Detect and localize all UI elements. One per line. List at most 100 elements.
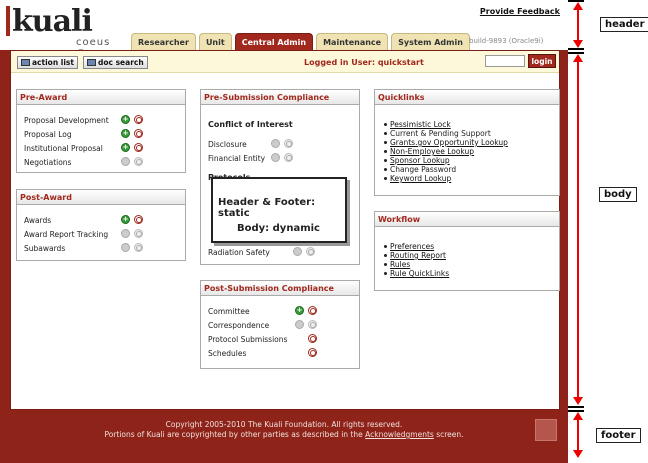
provide-feedback-link[interactable]: Provide Feedback (480, 7, 560, 16)
awards-link[interactable]: Awards (24, 216, 51, 225)
action-list-button[interactable]: action list (17, 56, 78, 69)
proposal-development-link[interactable]: Proposal Development (24, 116, 109, 125)
add-icon[interactable]: + (121, 215, 130, 224)
protocol-submissions-link[interactable]: Protocol Submissions (208, 335, 287, 344)
action-toolbar: action list doc search Logged in User: q… (11, 51, 559, 73)
search-icon[interactable] (134, 115, 143, 124)
add-icon[interactable]: + (121, 129, 130, 138)
quicklink-item[interactable]: Current & Pending Support (380, 129, 491, 138)
logo-k: k (12, 4, 33, 39)
arrow-down-icon (573, 450, 583, 458)
search-icon[interactable] (134, 215, 143, 224)
arrow-down-icon (573, 397, 583, 405)
bullet (384, 150, 387, 153)
pessimistic-lock-link[interactable]: Pessimistic Lock (390, 120, 451, 129)
negotiations-link[interactable]: Negotiations (24, 158, 71, 167)
kuali-app-window: kuali coeus ® Provide Feedback Researche… (0, 0, 568, 463)
app-footer: Copyright 2005-2010 The Kuali Foundation… (0, 420, 568, 440)
quicklink-item[interactable]: Grants.gov Opportunity Lookup (380, 138, 508, 147)
add-icon-disabled (295, 320, 304, 329)
sponsor-lookup-link[interactable]: Sponsor Lookup (390, 156, 450, 165)
tab-system-admin[interactable]: System Admin (391, 33, 470, 50)
correspondence-link[interactable]: Correspondence (208, 321, 269, 330)
backdoor-login-input[interactable] (485, 55, 525, 67)
logo-wordmark: kuali (12, 4, 93, 39)
radiation-safety-link[interactable]: Radiation Safety (208, 248, 270, 257)
doc-search-icon (87, 59, 96, 66)
kuali-footer-logo (535, 419, 557, 441)
logo-rest: uali (31, 4, 93, 39)
app-header: kuali coeus ® Provide Feedback Researche… (0, 0, 568, 59)
committee-link[interactable]: Committee (208, 307, 250, 316)
doc-search-button[interactable]: doc search (83, 56, 148, 69)
portions-text: Portions of Kuali are copyrighted by oth… (104, 430, 363, 439)
workflow-item[interactable]: Rule QuickLinks (380, 269, 449, 278)
search-icon[interactable] (134, 143, 143, 152)
workflow-item[interactable]: Routing Report (380, 251, 446, 260)
workflow-title: Workflow (375, 212, 559, 227)
non-employee-lookup-link[interactable]: Non-Employee Lookup (390, 147, 474, 156)
quicklink-item[interactable]: Change Password (380, 165, 456, 174)
add-icon[interactable]: + (121, 115, 130, 124)
pre-award-panel: Pre-Award Proposal Development + Proposa… (16, 89, 186, 173)
annotation-callout: Header & Footer: static Body: dynamic (211, 177, 347, 243)
search-icon[interactable] (308, 334, 317, 343)
callout-line-1: Header & Footer: static (218, 197, 316, 219)
copyright-line: Copyright 2005-2010 The Kuali Foundation… (165, 420, 403, 429)
quicklink-item[interactable]: Sponsor Lookup (380, 156, 450, 165)
quicklink-item[interactable]: Non-Employee Lookup (380, 147, 474, 156)
search-icon[interactable] (308, 306, 317, 315)
tab-unit[interactable]: Unit (198, 33, 232, 50)
tab-maintenance[interactable]: Maintenance (316, 33, 389, 50)
post-award-title: Post-Award (17, 190, 185, 205)
workflow-item[interactable]: Preferences (380, 242, 434, 251)
tab-central-admin[interactable]: Central Admin (234, 33, 314, 50)
grants-gov-lookup-link[interactable]: Grants.gov Opportunity Lookup (390, 138, 508, 147)
workflow-item[interactable]: Rules (380, 260, 410, 269)
bullet (384, 245, 387, 248)
login-button[interactable]: login (528, 54, 556, 68)
bullet (384, 263, 387, 266)
header-annotation: header (600, 17, 648, 32)
pre-submission-title: Pre-Submission Compliance (201, 90, 359, 105)
post-submission-title: Post-Submission Compliance (201, 281, 359, 296)
current-pending-support-link[interactable]: Current & Pending Support (390, 129, 491, 138)
footer-annotation: footer (596, 428, 641, 443)
preferences-link[interactable]: Preferences (390, 242, 434, 251)
action-list-label: action list (32, 58, 74, 67)
action-list-icon (21, 59, 30, 66)
schedules-link[interactable]: Schedules (208, 349, 246, 358)
quicklink-item[interactable]: Keyword Lookup (380, 174, 451, 183)
proposal-log-link[interactable]: Proposal Log (24, 130, 72, 139)
bullet (384, 159, 387, 162)
add-icon-disabled (293, 247, 302, 256)
subawards-link[interactable]: Subawards (24, 244, 65, 253)
quicklink-item[interactable]: Pessimistic Lock (380, 120, 451, 129)
rule-quicklinks-link[interactable]: Rule QuickLinks (390, 269, 449, 278)
search-icon-disabled (284, 139, 293, 148)
routing-report-link[interactable]: Routing Report (390, 251, 446, 260)
bullet (384, 132, 387, 135)
award-report-tracking-link[interactable]: Award Report Tracking (24, 230, 108, 239)
change-password-link[interactable]: Change Password (390, 165, 456, 174)
add-icon[interactable]: + (121, 143, 130, 152)
acknowledgments-link[interactable]: Acknowledgments (365, 430, 434, 439)
tab-researcher[interactable]: Researcher (131, 33, 196, 50)
search-icon[interactable] (308, 348, 317, 357)
search-icon[interactable] (134, 129, 143, 138)
arrow-down-icon (573, 40, 583, 48)
keyword-lookup-link[interactable]: Keyword Lookup (390, 174, 451, 183)
disclosure-link[interactable]: Disclosure (208, 140, 247, 149)
logged-in-user: Logged in User: quickstart (304, 58, 424, 67)
logo-coeus: coeus (76, 37, 111, 48)
institutional-proposal-link[interactable]: Institutional Proposal (24, 144, 103, 153)
financial-entity-link[interactable]: Financial Entity (208, 154, 265, 163)
body-bottom-line (568, 406, 584, 408)
add-icon-disabled (121, 229, 130, 238)
add-icon-disabled (121, 157, 130, 166)
quicklinks-panel: Quicklinks Pessimistic Lock Current & Pe… (374, 89, 560, 196)
logo-bar (6, 6, 10, 36)
quicklinks-title: Quicklinks (375, 90, 559, 105)
add-icon[interactable]: + (295, 306, 304, 315)
rules-link[interactable]: Rules (390, 260, 410, 269)
